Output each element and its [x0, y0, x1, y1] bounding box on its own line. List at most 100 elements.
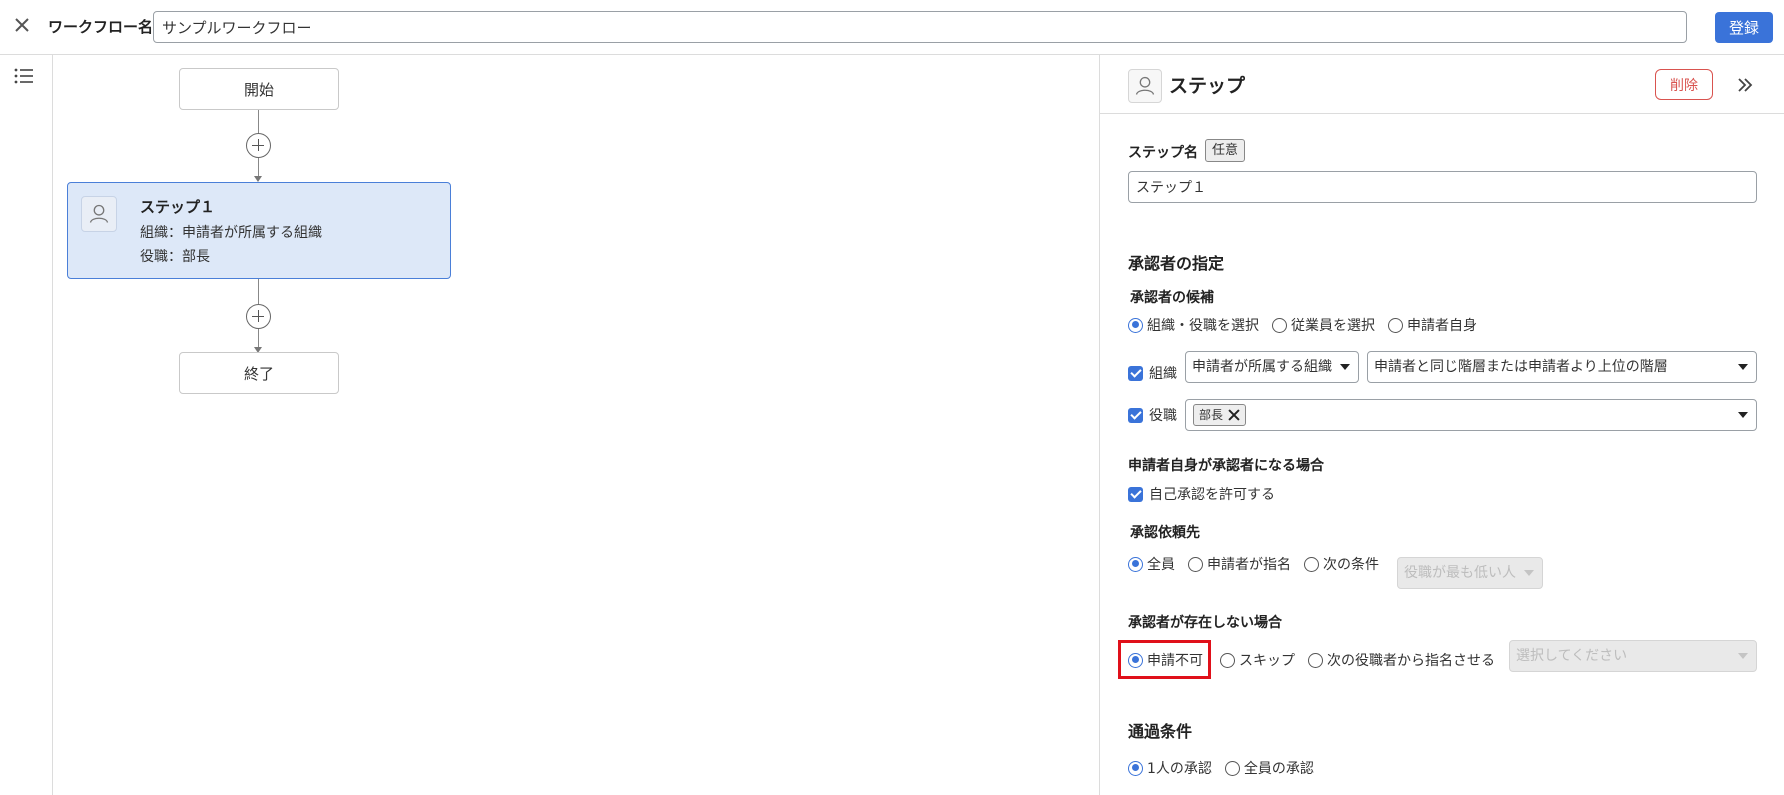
chevron-down-icon: [1738, 412, 1748, 418]
delete-button[interactable]: 削除: [1655, 69, 1713, 100]
chevron-down-icon: [1738, 653, 1748, 659]
list-icon[interactable]: [14, 67, 34, 85]
radio-cannot-apply[interactable]: 申請不可: [1128, 650, 1203, 670]
radio-label: スキップ: [1239, 653, 1295, 669]
position-chip-label: 部長: [1199, 408, 1224, 422]
workflow-canvas: 開始 ステップ１ 組織：申請者が所属する組織 役職：部長 終了: [53, 55, 1099, 795]
radio-button[interactable]: [1224, 760, 1240, 776]
start-node[interactable]: 開始: [179, 68, 339, 110]
radio-designate-next[interactable]: 次の役職者から指名させる: [1308, 650, 1495, 670]
condition-select-value: 役職が最も低い人: [1404, 565, 1516, 581]
chevron-down-icon: [1340, 364, 1350, 370]
step-node-title: ステップ１: [140, 198, 216, 216]
designate-select: 選択してください: [1509, 640, 1757, 672]
radio-label: 次の条件: [1323, 557, 1379, 573]
radio-label: 1人の承認: [1147, 761, 1212, 777]
radio-label: 全員: [1147, 557, 1175, 573]
radio-skip[interactable]: スキップ: [1220, 650, 1295, 670]
org-checkbox-label: 組織: [1149, 366, 1177, 382]
connector-line: [258, 279, 259, 304]
radio-button[interactable]: [1220, 652, 1235, 668]
condition-select: 役職が最も低い人: [1397, 557, 1543, 589]
step-name-label: ステップ名: [1128, 145, 1198, 161]
step-settings-panel: ステップ 削除 ステップ名 任意 承認者の指定 承認者の候補 組織・役職を選択 …: [1099, 55, 1784, 795]
end-node-label: 終了: [243, 364, 274, 383]
radio-all-approval[interactable]: 全員の承認: [1224, 758, 1314, 778]
left-rail: [0, 55, 53, 795]
chip-remove-icon[interactable]: [1227, 408, 1241, 422]
no-approver-radio-group: 申請不可 スキップ 次の役職者から指名させる: [1128, 649, 1508, 671]
self-approval-checkbox-label: 自己承認を許可する: [1149, 487, 1275, 503]
end-node[interactable]: 終了: [179, 352, 339, 394]
pass-condition-heading: 通過条件: [1128, 722, 1193, 741]
step-name-input[interactable]: [1128, 171, 1757, 203]
self-approval-label: 申請者自身が承認者になる場合: [1128, 458, 1324, 474]
chevron-down-icon: [1524, 570, 1534, 576]
workflow-name-input[interactable]: [153, 11, 1687, 43]
radio-next-condition[interactable]: 次の条件: [1304, 554, 1379, 574]
register-button[interactable]: 登録: [1715, 12, 1773, 43]
panel-title: ステップ: [1169, 75, 1246, 97]
radio-button[interactable]: [1304, 556, 1319, 572]
position-checkbox[interactable]: [1128, 407, 1143, 423]
candidate-radio-group: 組織・役職を選択 従業員を選択 申請者自身: [1128, 314, 1490, 336]
radio-button[interactable]: [1128, 556, 1143, 572]
org-select[interactable]: 申請者が所属する組織: [1185, 351, 1359, 383]
radio-applicant-designates[interactable]: 申請者が指名: [1188, 554, 1291, 574]
workflow-name-label: ワークフロー名: [48, 18, 154, 36]
radio-button[interactable]: [1128, 317, 1143, 333]
radio-label: 申請者自身: [1407, 318, 1477, 334]
step-node-position: 役職：部長: [140, 249, 210, 265]
position-chip: 部長: [1193, 404, 1247, 426]
radio-button[interactable]: [1272, 317, 1287, 333]
double-chevron-right-icon[interactable]: [1733, 73, 1757, 97]
position-select[interactable]: 部長: [1185, 399, 1757, 431]
close-icon[interactable]: [10, 13, 34, 37]
designate-select-placeholder: 選択してください: [1516, 648, 1628, 664]
panel-header: ステップ 削除: [1100, 55, 1784, 114]
radio-button[interactable]: [1128, 652, 1143, 668]
approver-spec-heading: 承認者の指定: [1128, 254, 1225, 273]
radio-label: 申請者が指名: [1207, 557, 1291, 573]
radio-button[interactable]: [1308, 652, 1323, 668]
plus-circle-icon[interactable]: [246, 304, 271, 329]
optional-badge: 任意: [1205, 139, 1246, 162]
position-checkbox-row: 役職: [1128, 399, 1177, 431]
self-approval-row: 自己承認を許可する: [1128, 484, 1275, 504]
no-approver-label: 承認者が存在しない場合: [1128, 615, 1282, 631]
connector-line: [258, 329, 259, 348]
radio-label: 従業員を選択: [1291, 318, 1375, 334]
org-checkbox[interactable]: [1128, 365, 1143, 381]
request-target-radio-group: 全員 申請者が指名 次の条件: [1128, 553, 1392, 575]
step-node[interactable]: ステップ１ 組織：申請者が所属する組織 役職：部長: [67, 182, 451, 279]
step-node-organization: 組織：申請者が所属する組織: [140, 225, 322, 241]
org-hierarchy-select[interactable]: 申請者と同じ階層または申請者より上位の階層: [1367, 351, 1757, 383]
start-node-label: 開始: [243, 80, 274, 99]
radio-button[interactable]: [1388, 317, 1403, 333]
radio-button[interactable]: [1188, 556, 1203, 572]
request-target-label: 承認依頼先: [1130, 525, 1200, 541]
connector-line: [258, 158, 259, 177]
radio-org-position[interactable]: 組織・役職を選択: [1128, 315, 1259, 335]
radio-label: 組織・役職を選択: [1147, 318, 1259, 334]
pass-condition-radio-group: 1人の承認 全員の承認: [1128, 757, 1327, 779]
radio-applicant-self[interactable]: 申請者自身: [1388, 315, 1477, 335]
org-hierarchy-value: 申請者と同じ階層または申請者より上位の階層: [1374, 359, 1668, 375]
plus-circle-icon[interactable]: [246, 133, 271, 158]
user-icon: [1128, 69, 1162, 103]
chevron-down-icon: [1738, 364, 1748, 370]
org-select-value: 申請者が所属する組織: [1192, 359, 1332, 375]
radio-employee[interactable]: 従業員を選択: [1272, 315, 1375, 335]
user-icon: [81, 196, 117, 232]
position-checkbox-label: 役職: [1149, 408, 1177, 424]
radio-label: 全員の承認: [1243, 761, 1314, 777]
radio-label: 次の役職者から指名させる: [1327, 653, 1495, 669]
radio-button[interactable]: [1128, 760, 1143, 776]
self-approval-checkbox[interactable]: [1128, 486, 1143, 502]
approver-candidates-label: 承認者の候補: [1130, 290, 1214, 306]
radio-label: 申請不可: [1147, 653, 1203, 669]
radio-all[interactable]: 全員: [1128, 554, 1175, 574]
org-checkbox-row: 組織: [1128, 357, 1177, 389]
top-bar: ワークフロー名 登録: [0, 0, 1784, 55]
radio-one-approval[interactable]: 1人の承認: [1128, 758, 1212, 778]
